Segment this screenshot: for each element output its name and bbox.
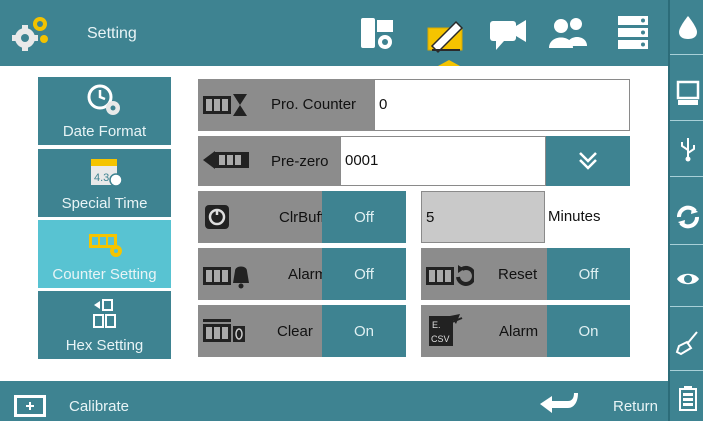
alarm-right-label-cell: E. CSV Alarm	[421, 305, 547, 357]
hex-digits-icon	[38, 296, 171, 332]
clear-label-cell: Clear	[198, 305, 322, 357]
alarm-right-toggle[interactable]: On	[547, 305, 630, 357]
svg-text:E.: E.	[432, 320, 441, 330]
page-title: Setting	[87, 25, 137, 42]
reset-label-cell: Reset	[421, 248, 547, 300]
pro-counter-field[interactable]: 0	[374, 79, 630, 131]
eye-icon[interactable]	[670, 252, 703, 307]
alarm-right-label: Alarm	[499, 323, 539, 340]
sidebar-item-label: Special Time	[61, 195, 148, 212]
right-rail	[668, 0, 703, 421]
usb-icon[interactable]	[670, 122, 703, 177]
pro-counter-label-cell: Pro. Counter	[198, 79, 374, 131]
pre-zero-field[interactable]: 0001	[340, 136, 546, 186]
pre-zero-label-cell: Pre-zero	[198, 136, 340, 186]
csv-file-icon: E. CSV	[426, 312, 466, 350]
sidebar-item-hex-setting[interactable]: Hex Setting	[38, 291, 171, 359]
active-tab-marker	[438, 60, 460, 66]
clear-toggle[interactable]: On	[322, 305, 406, 357]
settings-gears-icon	[10, 12, 52, 54]
minutes-unit-label: Minutes	[548, 208, 601, 225]
alarm-left-toggle[interactable]: Off	[322, 248, 406, 300]
server-icon[interactable]	[612, 12, 656, 56]
calibrate-button-label[interactable]: Calibrate	[69, 398, 129, 415]
battery-icon[interactable]	[670, 370, 703, 421]
sidebar-item-date-format[interactable]: Date Format	[38, 77, 171, 145]
device-settings-icon[interactable]	[355, 12, 399, 56]
arrow-counter-icon	[201, 143, 251, 177]
pro-counter-label: Pro. Counter	[271, 96, 357, 113]
camera-message-icon[interactable]	[486, 12, 530, 56]
refresh-icon[interactable]	[670, 190, 703, 245]
calendar-clock-icon: 4.3	[38, 154, 171, 190]
users-icon[interactable]	[547, 12, 591, 56]
pre-zero-dropdown-button[interactable]	[546, 136, 630, 186]
top-bar: Setting	[0, 0, 668, 66]
sidebar-item-counter-setting[interactable]: Counter Setting	[38, 220, 171, 288]
pre-zero-label: Pre-zero	[271, 153, 329, 170]
clock-gear-icon	[38, 82, 171, 118]
edit-message-icon[interactable]	[424, 12, 468, 56]
power-knob-icon	[201, 200, 233, 234]
counter-bell-icon	[201, 257, 251, 291]
counter-gear-icon	[38, 225, 171, 261]
minutes-field[interactable]: 5	[421, 191, 545, 243]
sidebar-item-label: Date Format	[62, 123, 147, 140]
counter-reset-icon	[424, 257, 476, 291]
counter-zero-icon	[201, 314, 251, 348]
printer-display-icon[interactable]	[670, 66, 703, 121]
cleaning-brush-icon[interactable]	[670, 316, 703, 371]
sidebar-item-special-time[interactable]: 4.3 Special Time	[38, 149, 171, 217]
chevron-double-down-icon	[579, 152, 597, 170]
clrbuff-toggle[interactable]: Off	[322, 191, 406, 243]
sidebar-item-label: Counter Setting	[52, 266, 157, 283]
return-button-label[interactable]: Return	[613, 398, 658, 415]
sidebar-item-label: Hex Setting	[65, 337, 144, 354]
clear-label: Clear	[277, 323, 313, 340]
clrbuff-label: ClrBuff	[279, 209, 325, 226]
clrbuff-label-cell: ClrBuff	[198, 191, 325, 243]
return-arrow-icon[interactable]	[538, 390, 580, 416]
reset-label: Reset	[498, 266, 538, 283]
svg-text:CSV: CSV	[431, 334, 450, 344]
svg-text:4.3: 4.3	[94, 172, 109, 184]
reset-toggle[interactable]: Off	[547, 248, 630, 300]
ink-drop-icon[interactable]	[670, 0, 703, 55]
counter-hourglass-icon	[201, 88, 251, 122]
calibrate-monitor-icon[interactable]	[10, 393, 50, 419]
alarm-left-label-cell: Alarm	[198, 248, 327, 300]
